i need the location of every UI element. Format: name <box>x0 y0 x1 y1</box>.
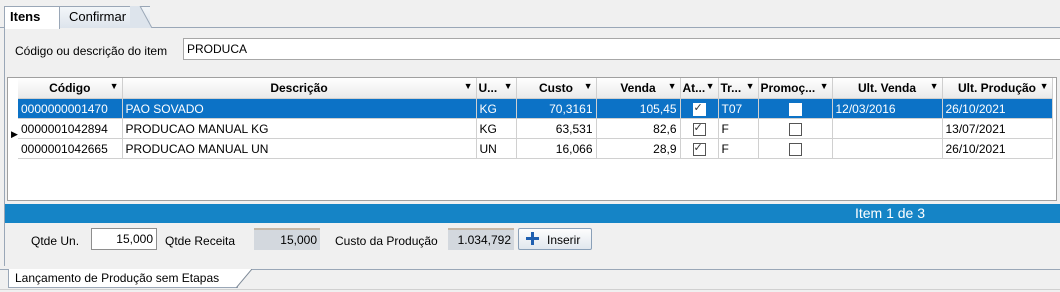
table-row[interactable]: 0000000001470PAO SOVADOKG70,3161105,45 T0… <box>18 98 1053 119</box>
sort-arrow-icon: ▼ <box>745 81 755 91</box>
col-codigo[interactable]: Código ▼ <box>18 78 123 99</box>
sort-arrow-icon: ▼ <box>109 81 119 91</box>
table-row[interactable]: 0000001042894 PRODUCAO MANUAL KG KG 63,531 8… <box>18 118 1053 139</box>
cell-custo: 16,066 <box>516 138 597 159</box>
tab-confirmar-label: Confirmar <box>69 9 127 24</box>
table-row[interactable]: 0000001042665 PRODUCAO MANUAL UN UN 16,066 2… <box>18 138 1053 159</box>
insert-button[interactable]: Inserir <box>518 228 592 250</box>
cell-codigo: 0000001042894 <box>18 118 123 139</box>
tab-slant-decoration <box>130 6 152 28</box>
col-custo[interactable]: Custo ▼ <box>516 78 597 99</box>
col-descricao[interactable]: Descrição ▼ <box>122 78 477 99</box>
tab-lancamento-producao[interactable]: Lançamento de Produção sem Etapas <box>8 269 238 288</box>
cell-tr: F <box>718 118 759 139</box>
cell-descricao: PAO SOVADO <box>122 98 477 119</box>
custo-producao-label: Custo da Produção <box>335 234 438 248</box>
promocao-checkbox[interactable] <box>788 122 802 136</box>
record-counter: Item 1 de 3 <box>854 205 925 221</box>
items-panel: Código ou descrição do item ▶ Código▼ De… <box>4 28 1060 266</box>
ativo-checkbox[interactable] <box>692 141 706 156</box>
table-header: Código ▼ Descrição ▼ U... ▼ Custo ▼ Venda ▼ A… <box>18 78 1053 99</box>
tab-itens[interactable]: Itens <box>4 6 60 29</box>
sort-arrow-icon: ▼ <box>819 81 829 91</box>
cell-promocao[interactable] <box>758 118 833 139</box>
cell-ult-venda <box>832 118 943 139</box>
cell-ativo[interactable] <box>680 118 719 139</box>
cell-ult-producao: 26/10/2021 <box>942 98 1053 119</box>
qtde-un-label: Qtde Un. <box>31 234 80 248</box>
bottom-rule <box>0 289 1060 290</box>
cell-ativo[interactable] <box>680 138 719 159</box>
ativo-checkbox[interactable] <box>692 101 706 116</box>
cell-venda: 28,9 <box>596 138 681 159</box>
table-body: 0000000001470PAO SOVADOKG70,3161105,45 T0… <box>18 98 1053 159</box>
cell-ativo[interactable] <box>680 98 719 119</box>
cell-ult-producao: 13/07/2021 <box>942 118 1053 139</box>
col-unidade[interactable]: U... ▼ <box>476 78 517 99</box>
sort-arrow-icon: ▼ <box>503 81 513 91</box>
col-promocao[interactable]: Promoç... ▼ <box>758 78 833 99</box>
tab-itens-label: Itens <box>10 9 41 24</box>
cell-venda: 105,45 <box>596 98 681 119</box>
cell-promocao[interactable] <box>758 98 833 119</box>
cell-tr: T07 <box>718 98 759 119</box>
cell-custo: 63,531 <box>516 118 597 139</box>
promocao-checkbox[interactable] <box>788 102 802 116</box>
insert-button-label: Inserir <box>547 233 581 247</box>
sort-arrow-icon: ▼ <box>929 81 939 91</box>
cell-venda: 82,6 <box>596 118 681 139</box>
cell-custo: 70,3161 <box>516 98 597 119</box>
cell-descricao: PRODUCAO MANUAL KG <box>122 118 477 139</box>
tab-lancamento-label: Lançamento de Produção sem Etapas <box>15 271 220 285</box>
cell-descricao: PRODUCAO MANUAL UN <box>122 138 477 159</box>
cell-un: KG <box>476 118 517 139</box>
col-ativo[interactable]: At... ▼ <box>680 78 719 99</box>
search-label: Código ou descrição do item <box>15 44 168 58</box>
cell-promocao[interactable] <box>758 138 833 159</box>
qtde-receita-label: Qtde Receita <box>165 234 236 248</box>
tab-bar: Confirmar Itens <box>0 0 1060 29</box>
col-tr[interactable]: Tr... ▼ <box>718 78 759 99</box>
cell-ult-producao: 26/10/2021 <box>942 138 1053 159</box>
sort-arrow-icon: ▼ <box>583 81 593 91</box>
custo-producao-field: 1.034,792 <box>448 228 514 250</box>
col-venda[interactable]: Venda ▼ <box>596 78 681 99</box>
cell-ult-venda <box>832 138 943 159</box>
sort-arrow-icon: ▼ <box>705 81 715 91</box>
cell-tr: F <box>718 138 759 159</box>
cell-un: KG <box>476 98 517 119</box>
promocao-checkbox[interactable] <box>788 142 802 156</box>
items-grid: ▶ Código ▼ Descrição ▼ U... ▼ Custo ▼ Venda ▼… <box>7 77 1057 201</box>
items-table: Código ▼ Descrição ▼ U... ▼ Custo ▼ Venda ▼ A… <box>18 78 1053 159</box>
sort-arrow-icon: ▼ <box>463 81 473 91</box>
cell-un: UN <box>476 138 517 159</box>
search-input[interactable] <box>183 38 1060 60</box>
plus-icon <box>526 232 539 245</box>
cell-codigo: 0000001042665 <box>18 138 123 159</box>
qtde-un-input[interactable]: 15,000 <box>91 228 157 250</box>
status-bar: Item 1 de 3 <box>5 204 1060 223</box>
cell-codigo: 0000000001470 <box>18 98 123 119</box>
qtde-receita-field: 15,000 <box>254 228 320 250</box>
current-row-indicator-icon: ▶ <box>11 129 18 139</box>
col-ult-venda[interactable]: Ult. Venda ▼ <box>832 78 943 99</box>
col-ult-producao[interactable]: Ult. Produção ▼ <box>942 78 1053 99</box>
sort-arrow-icon: ▼ <box>667 81 677 91</box>
sort-arrow-icon: ▼ <box>1039 81 1049 91</box>
bottom-tab-slant-decoration <box>236 269 252 288</box>
ativo-checkbox[interactable] <box>692 121 706 136</box>
cell-ult-venda: 12/03/2016 <box>832 98 943 119</box>
